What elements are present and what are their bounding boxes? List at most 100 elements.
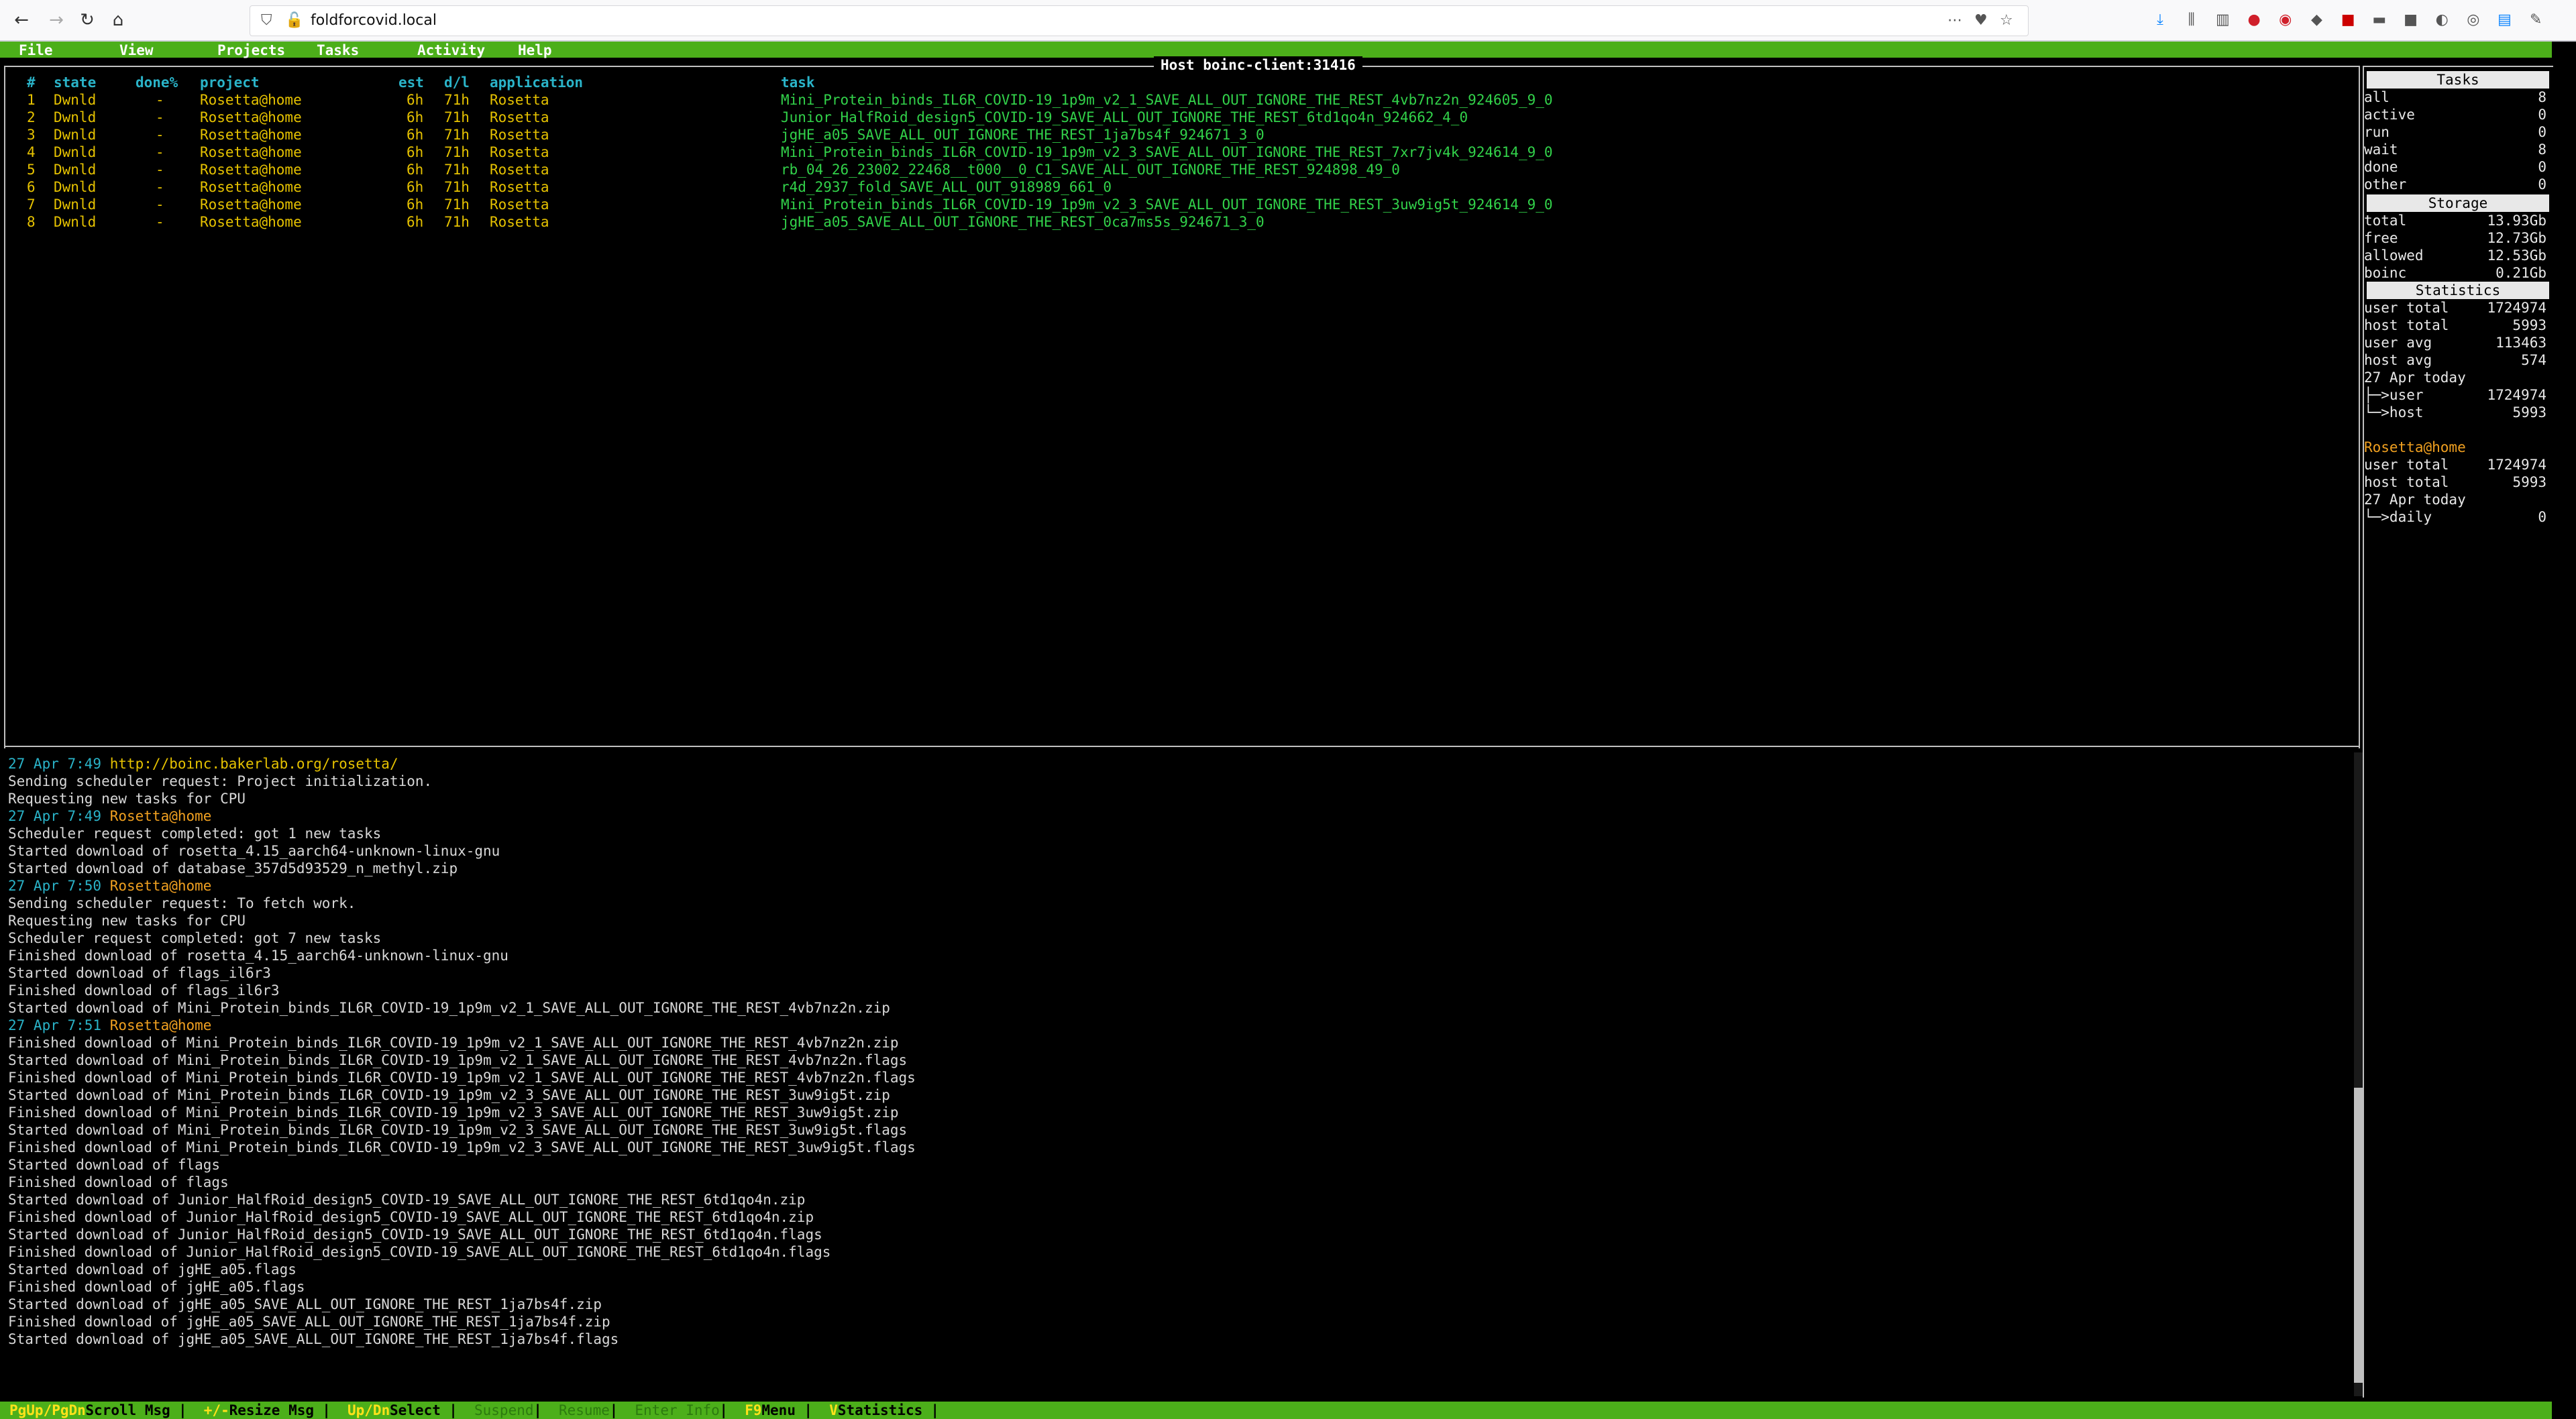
task-count-label: other — [2364, 176, 2407, 192]
task-row[interactable]: 8 Dwnld - Rosetta@home 6h 71h Rosetta jgHE_a05_… — [0, 213, 2348, 231]
task-cell-state: Dwnld — [54, 92, 97, 108]
address-bar[interactable]: ⛉ 🔓 foldforcovid.local ⋯ ♥ ☆ — [250, 5, 2029, 36]
task-cell-project: Rosetta@home — [200, 92, 302, 108]
extension-icon[interactable]: ▬ — [2366, 7, 2393, 34]
log-line: Started download of Mini_Protein_binds_I… — [8, 1000, 890, 1016]
scrollbar-thumb[interactable] — [2354, 1088, 2363, 1383]
storage-heading: Storage — [2367, 194, 2549, 212]
extension-toolbar: ⤓ ⫼ ▥ ● ◉ ◆ ■ ▬ ■ ◐ ◎ ▤ ✎ ≡ — [2147, 7, 2576, 55]
menu-projects[interactable]: Projects — [217, 42, 285, 59]
task-count-label: active — [2364, 107, 2415, 123]
project-name: Rosetta@home — [2364, 439, 2466, 455]
task-count-value: 8 — [2538, 89, 2546, 105]
bookmark-star-icon[interactable]: ☆ — [2000, 6, 2013, 36]
statusbar-label: Menu — [761, 1402, 796, 1418]
home-icon[interactable]: ⌂ — [106, 8, 130, 32]
task-count-label: run — [2364, 124, 2390, 140]
download-icon[interactable]: ⤓ — [2147, 7, 2174, 34]
lock-icon[interactable]: 🔓 — [285, 6, 303, 36]
extension-icon[interactable]: ◐ — [2428, 7, 2455, 34]
task-cell-dl: 71h — [444, 127, 470, 143]
url-text[interactable]: foldforcovid.local — [311, 6, 437, 36]
extension-icon[interactable]: ◎ — [2460, 7, 2487, 34]
extension-icon[interactable]: ◉ — [2272, 7, 2299, 34]
stats-row-label: host avg — [2364, 352, 2432, 368]
col-project: project — [200, 74, 260, 91]
extension-icon[interactable]: ◆ — [2303, 7, 2330, 34]
task-row[interactable]: 5 Dwnld - Rosetta@home 6h 71h Rosetta rb_04_26_… — [0, 161, 2348, 178]
log-line: Requesting new tasks for CPU — [8, 913, 246, 929]
task-count-value: 0 — [2538, 159, 2546, 175]
reload-icon[interactable]: ↻ — [75, 8, 99, 32]
storage-row: allowed 12.53Gb — [2364, 247, 2553, 264]
log-line: Started download of flags — [8, 1157, 221, 1173]
project-stats-row-label: host total — [2364, 474, 2449, 490]
task-cell-num: 4 — [27, 144, 36, 160]
task-cell-num: 6 — [27, 179, 36, 195]
forward-icon[interactable]: → — [44, 8, 68, 32]
task-cell-done: - — [156, 214, 164, 230]
stats-row: host avg 574 — [2364, 351, 2553, 369]
task-cell-app: Rosetta — [490, 214, 549, 230]
menu-view[interactable]: View — [119, 42, 154, 59]
menu-activity[interactable]: Activity — [417, 42, 485, 59]
extension-icon[interactable]: ■ — [2398, 7, 2424, 34]
task-row[interactable]: 1 Dwnld - Rosetta@home 6h 71h Rosetta Mini_Prot… — [0, 91, 2348, 109]
log-line: Finished download of jgHE_a05.flags — [8, 1279, 305, 1295]
task-cell-num: 1 — [27, 92, 36, 108]
statusbar-separator: | — [322, 1402, 331, 1418]
statusbar-separator: | — [930, 1402, 940, 1418]
task-cell-done: - — [156, 109, 164, 125]
pocket-icon[interactable]: ♥ — [1974, 6, 1988, 36]
extension-icon[interactable]: ■ — [2334, 7, 2361, 34]
log-line: Started download of flags_il6r3 — [8, 965, 271, 981]
task-cell-project: Rosetta@home — [200, 162, 302, 178]
task-row[interactable]: 4 Dwnld - Rosetta@home 6h 71h Rosetta Mini_Prot… — [0, 144, 2348, 161]
task-cell-dl: 71h — [444, 196, 470, 213]
task-row[interactable]: 2 Dwnld - Rosetta@home 6h 71h Rosetta Junior_Ha… — [0, 109, 2348, 126]
statusbar-label: Resize Msg — [229, 1402, 315, 1418]
extension-icon[interactable]: ▤ — [2491, 7, 2518, 34]
task-cell-num: 8 — [27, 214, 36, 230]
message-scrollbar[interactable] — [2354, 752, 2363, 1396]
statusbar-key[interactable]: F9 — [745, 1402, 761, 1419]
library-icon[interactable]: ⫼ — [2178, 7, 2205, 34]
page-actions-icon[interactable]: ⋯ — [1947, 6, 1962, 36]
task-cell-done: - — [156, 162, 164, 178]
log-header: 27 Apr 7:49 http://boinc.bakerlab.org/ro… — [8, 755, 2343, 773]
shield-icon[interactable]: ⛉ — [261, 6, 272, 36]
menu-tasks[interactable]: Tasks — [317, 42, 359, 59]
tasks-summary: Tasks all 8 active 0 run 0 wait 8 done 0 other 0 — [2364, 71, 2553, 193]
task-cell-est: 6h — [407, 214, 424, 230]
statusbar-key[interactable]: PgUp/PgDn — [9, 1402, 86, 1419]
task-cell-state: Dwnld — [54, 214, 97, 230]
extension-icon[interactable]: ✎ — [2522, 7, 2549, 34]
task-cell-state: Dwnld — [54, 162, 97, 178]
task-count: run 0 — [2364, 123, 2553, 141]
task-cell-app: Rosetta — [490, 179, 549, 195]
menu-help[interactable]: Help — [518, 42, 552, 59]
host-title: Host boinc-client:31416 — [1154, 56, 1362, 74]
stats-row: 27 Apr today — [2364, 369, 2553, 386]
task-row[interactable]: 3 Dwnld - Rosetta@home 6h 71h Rosetta jgHE_a05_… — [0, 126, 2348, 144]
statusbar-key[interactable]: V — [829, 1402, 838, 1419]
task-cell-task: rb_04_26_23002_22468__t000__0_C1_SAVE_AL… — [781, 162, 1400, 178]
sidebar-icon[interactable]: ▥ — [2209, 7, 2236, 34]
col-dl: d/l — [444, 74, 470, 91]
statusbar-key[interactable]: Up/Dn — [347, 1402, 390, 1419]
statusbar-separator: | — [533, 1402, 542, 1418]
task-cell-est: 6h — [407, 127, 424, 143]
task-row[interactable]: 7 Dwnld - Rosetta@home 6h 71h Rosetta Mini_Prot… — [0, 196, 2348, 213]
log-line: Started download of Mini_Protein_binds_I… — [8, 1122, 908, 1138]
log-line: Started download of Junior_HalfRoid_desi… — [8, 1227, 822, 1243]
log-line: Started download of Mini_Protein_binds_I… — [8, 1052, 908, 1068]
back-icon[interactable]: ← — [9, 8, 34, 32]
menu-file[interactable]: File — [19, 42, 53, 59]
log-line: Finished download of Mini_Protein_binds_… — [8, 1104, 899, 1121]
task-row[interactable]: 6 Dwnld - Rosetta@home 6h 71h Rosetta r4d_2937_… — [0, 178, 2348, 196]
stats-row-value: 1724974 — [2487, 300, 2546, 316]
pinterest-icon[interactable]: ● — [2241, 7, 2267, 34]
log-line: Finished download of jgHE_a05_SAVE_ALL_O… — [8, 1314, 610, 1330]
boinctui-terminal: File View Projects Tasks Activity Help H… — [0, 42, 2576, 1419]
statusbar-key[interactable]: +/- — [204, 1402, 229, 1419]
